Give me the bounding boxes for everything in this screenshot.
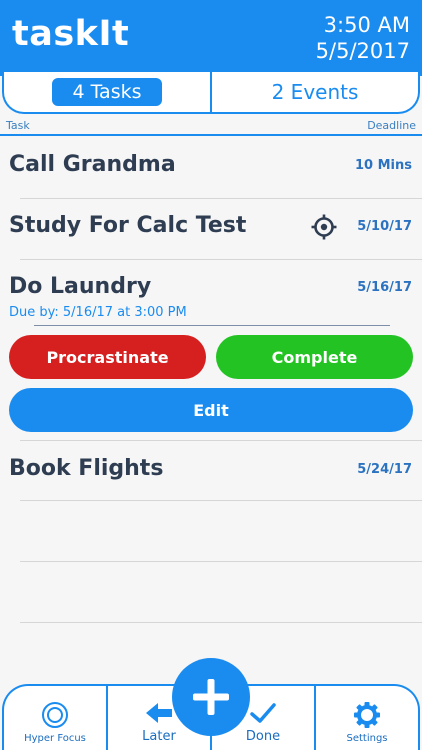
tab-tasks-label: 4 Tasks (52, 78, 162, 106)
hyper-focus-icon (42, 702, 68, 728)
app-logo: taskIt (12, 14, 130, 54)
column-deadline: Deadline (367, 119, 416, 132)
segment-tabs: 4 Tasks 2 Events (2, 72, 420, 114)
task-title-call-grandma[interactable]: Call Grandma (9, 152, 176, 177)
checkmark-icon (250, 703, 276, 723)
row-divider (20, 561, 422, 562)
task-deadline-book-flights: 5/24/17 (357, 462, 412, 477)
task-deadline-laundry: 5/16/17 (357, 280, 412, 295)
task-due-date: Due by: 5/16/17 at 3:00 PM (9, 305, 187, 320)
column-task: Task (6, 119, 30, 132)
task-deadline-study: 5/10/17 (357, 219, 412, 234)
header-date: 5/5/2017 (315, 39, 410, 63)
later-label: Later (142, 729, 176, 744)
hyper-focus-button[interactable]: Hyper Focus (4, 686, 106, 750)
task-deadline-call-grandma: 10 Mins (354, 158, 412, 173)
row-divider (20, 198, 422, 199)
settings-button[interactable]: Settings (314, 686, 418, 750)
row-divider (20, 440, 422, 441)
plus-icon (193, 679, 229, 715)
settings-label: Settings (346, 733, 388, 744)
procrastinate-button[interactable]: Procrastinate (9, 335, 206, 379)
edit-button[interactable]: Edit (9, 388, 413, 432)
add-task-button[interactable] (172, 658, 250, 736)
task-title-laundry[interactable]: Do Laundry (9, 274, 151, 299)
header-time: 3:50 AM (323, 13, 410, 37)
task-title-book-flights[interactable]: Book Flights (9, 456, 163, 481)
gear-icon (354, 702, 380, 728)
arrow-left-icon (146, 703, 172, 723)
task-title-study[interactable]: Study For Calc Test (9, 213, 246, 238)
tab-events-label: 2 Events (271, 80, 359, 104)
tab-tasks[interactable]: 4 Tasks (4, 72, 210, 112)
column-headers: Task Deadline (0, 118, 422, 136)
complete-button[interactable]: Complete (216, 335, 413, 379)
target-icon[interactable] (311, 214, 337, 240)
row-divider (20, 259, 422, 260)
done-label: Done (245, 729, 281, 744)
row-divider (20, 622, 422, 623)
app-header: taskIt 3:50 AM 5/5/2017 (0, 0, 422, 76)
hyper-focus-label: Hyper Focus (24, 733, 86, 744)
due-underline (34, 325, 390, 326)
header-clock: 3:50 AM 5/5/2017 (316, 12, 410, 64)
row-divider (20, 500, 422, 501)
tab-events[interactable]: 2 Events (210, 72, 418, 112)
